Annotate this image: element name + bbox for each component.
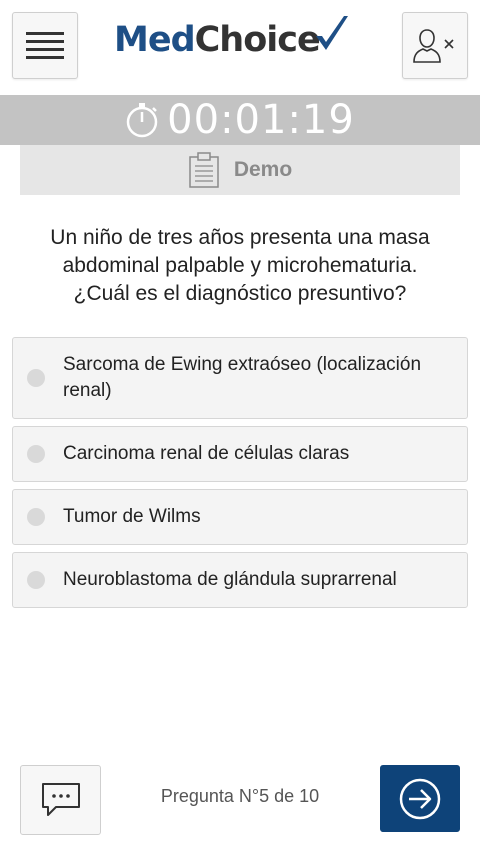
timer-bar: 00:01:19 <box>0 95 480 145</box>
chat-bubble-icon <box>41 783 80 816</box>
answer-options: Sarcoma de Ewing extraóseo (localización… <box>12 337 468 615</box>
answer-option-label: Sarcoma de Ewing extraóseo (localización… <box>63 354 422 401</box>
checkmark-icon <box>315 16 348 50</box>
answer-option-label: Carcinoma renal de células claras <box>63 443 350 464</box>
timer-value: 00:01:19 <box>167 97 355 143</box>
footer: Pregunta N°5 de 10 <box>0 760 480 854</box>
answer-option[interactable]: Sarcoma de Ewing extraóseo (localización… <box>12 337 468 419</box>
arrow-right-circle-icon <box>399 778 441 819</box>
radio-button[interactable] <box>27 571 45 589</box>
answer-option-label: Tumor de Wilms <box>63 506 201 527</box>
answer-option-label: Neuroblastoma de glándula suprarrenal <box>63 569 397 590</box>
radio-button[interactable] <box>27 445 45 463</box>
radio-button[interactable] <box>27 369 45 387</box>
clipboard-icon <box>189 152 219 188</box>
menu-button[interactable] <box>12 12 78 79</box>
hamburger-menu-icon <box>26 31 64 59</box>
logo-med: Med <box>114 20 196 60</box>
app-header: Med Choice <box>0 0 480 95</box>
mode-label: Demo <box>233 158 293 181</box>
radio-button[interactable] <box>27 508 45 526</box>
answer-option[interactable]: Carcinoma renal de células claras <box>12 426 468 482</box>
question-text: Un niño de tres años presenta una masa a… <box>50 226 430 305</box>
user-close-icon <box>413 28 454 63</box>
answer-option[interactable]: Neuroblastoma de glándula suprarrenal <box>12 552 468 608</box>
answer-option[interactable]: Tumor de Wilms <box>12 489 468 545</box>
user-logout-button[interactable] <box>402 12 468 79</box>
mode-bar: Demo <box>20 145 460 195</box>
medchoice-logo: Med Choice <box>114 16 350 62</box>
next-question-button[interactable] <box>380 765 460 832</box>
logo-choice: Choice <box>194 20 321 60</box>
stopwatch-icon <box>126 103 158 138</box>
question-counter: Pregunta N°5 de 10 <box>160 786 320 806</box>
comments-button[interactable] <box>20 765 101 835</box>
